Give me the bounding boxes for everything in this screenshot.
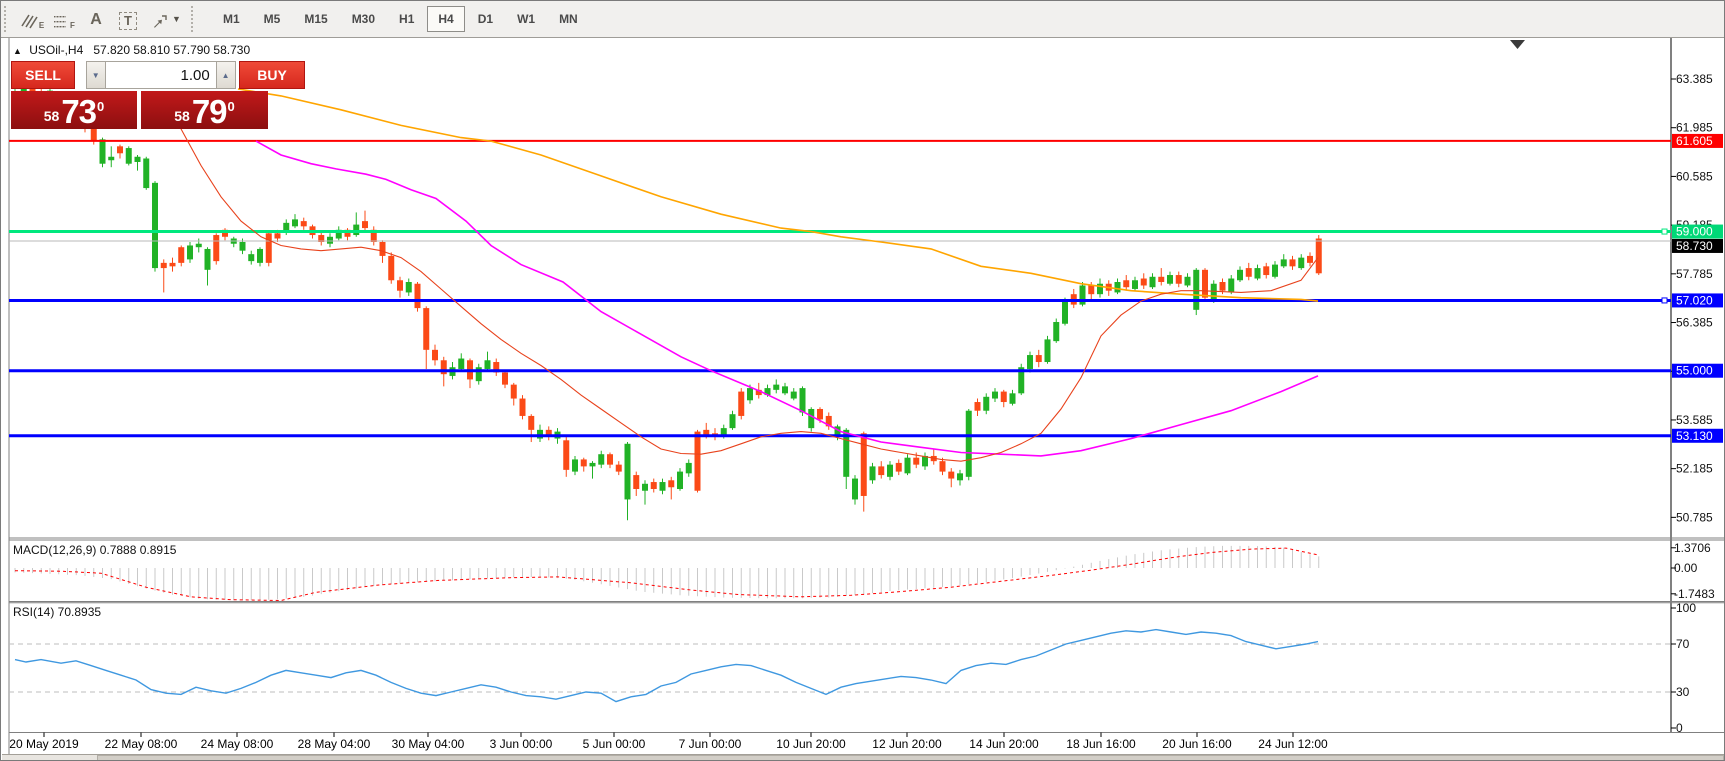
toolbar: E F A T ▼ M1M5M15M30H1H4D1W1MN [1, 1, 1725, 38]
timeframe-button-m5[interactable]: M5 [253, 6, 292, 32]
x-axis-date-label: 10 Jun 20:00 [776, 737, 846, 751]
price-tag-text: 61.605 [1676, 134, 1713, 148]
rsi-tick-label: 30 [1676, 685, 1690, 699]
chart-shift-marker[interactable] [1510, 40, 1525, 49]
y-tick-label: 52.185 [1676, 462, 1713, 476]
horizontal-scrollbar[interactable] [2, 754, 1725, 761]
x-axis-date-label: 3 Jun 00:00 [490, 737, 553, 751]
macd-tick-label: 1.3706 [1674, 541, 1711, 555]
volume-input[interactable] [106, 61, 216, 89]
timeframe-button-h1[interactable]: H1 [388, 6, 425, 32]
sell-price-display[interactable]: 58 73 0 [11, 91, 137, 129]
volume-decrease-button[interactable]: ▼ [86, 61, 106, 89]
buy-price-pip: 0 [228, 87, 235, 127]
x-axis-date-label: 18 Jun 16:00 [1066, 737, 1136, 751]
symbol-period-label: USOil-,H4 [29, 43, 83, 57]
price-tag-text: 58.730 [1676, 239, 1713, 253]
sell-price-main: 73 [61, 97, 96, 127]
sell-button[interactable]: SELL [11, 61, 75, 89]
collapse-arrow-icon: ▲ [13, 46, 22, 56]
volume-increase-button[interactable]: ▲ [216, 61, 236, 89]
chevron-down-icon: ▼ [172, 14, 181, 24]
text-box-icon: T [119, 12, 137, 30]
buy-price-display[interactable]: 58 79 0 [141, 91, 268, 129]
x-axis-date-label: 20 May 2019 [9, 737, 79, 751]
buy-price-main: 79 [192, 97, 227, 127]
x-axis-date-label: 20 Jun 16:00 [1162, 737, 1232, 751]
sell-big-figure: 58 [44, 105, 60, 127]
macd-tick-label: 0.00 [1674, 561, 1698, 575]
y-tick-label: 61.985 [1676, 121, 1713, 135]
macd-tick-label: -1.7483 [1674, 587, 1715, 601]
x-axis-date-label: 5 Jun 00:00 [583, 737, 646, 751]
hatch-lines-icon [20, 12, 38, 30]
timeframe-toolbar: M1M5M15M30H1H4D1W1MN [211, 6, 590, 32]
ma-fast-red[interactable] [181, 129, 1318, 461]
chart-title: ▲ USOil-,H4 57.820 58.810 57.790 58.730 [13, 43, 250, 57]
x-axis-date-label: 12 Jun 20:00 [872, 737, 942, 751]
one-click-trading-panel: SELL ▼ ▲ BUY 58 73 0 58 79 0 [11, 61, 305, 129]
timeframe-button-d1[interactable]: D1 [467, 6, 504, 32]
x-axis-date-label: 22 May 08:00 [105, 737, 178, 751]
buy-button[interactable]: BUY [239, 61, 305, 89]
y-tick-label: 60.585 [1676, 169, 1713, 183]
line-studies-tool-button[interactable]: E [16, 5, 48, 33]
x-axis-date-label: 28 May 04:00 [298, 737, 371, 751]
line-handle[interactable] [1662, 229, 1667, 234]
tool-sub-label: F [70, 21, 75, 30]
timeframe-button-mn[interactable]: MN [548, 6, 589, 32]
y-tick-label: 56.385 [1676, 316, 1713, 330]
ohlc-values-label: 57.820 58.810 57.790 58.730 [93, 43, 250, 57]
y-tick-label: 53.585 [1676, 413, 1713, 427]
price-tag-text: 59.000 [1676, 225, 1713, 239]
scrollbar-thumb[interactable] [97, 755, 1724, 761]
grid-tool-button[interactable]: F [48, 5, 80, 33]
price-tag-text: 57.020 [1676, 293, 1713, 307]
x-axis-date-label: 24 Jun 12:00 [1258, 737, 1328, 751]
buy-big-figure: 58 [174, 105, 190, 127]
y-tick-label: 63.385 [1676, 72, 1713, 86]
sell-price-pip: 0 [97, 87, 104, 127]
rsi-label: RSI(14) 70.8935 [13, 605, 101, 619]
rsi-tick-label: 70 [1676, 637, 1690, 651]
text-label-tool-button[interactable]: A [80, 5, 112, 33]
arrow-objects-icon [151, 14, 169, 30]
timeframe-button-w1[interactable]: W1 [506, 6, 546, 32]
x-axis-date-label: 14 Jun 20:00 [969, 737, 1039, 751]
toolbar-grip[interactable] [4, 6, 13, 32]
text-label-icon: A [90, 10, 102, 30]
price-tag-text: 53.130 [1676, 429, 1713, 443]
y-tick-label: 57.785 [1676, 267, 1713, 281]
arrows-tool-button[interactable]: ▼ [144, 5, 188, 33]
macd-signal-line [15, 548, 1318, 600]
y-tick-label: 50.785 [1676, 510, 1713, 524]
rsi-tick-label: 0 [1676, 721, 1683, 735]
toolbar-grip[interactable] [191, 6, 200, 32]
line-handle[interactable] [1662, 298, 1667, 303]
rsi-tick-label: 100 [1676, 601, 1696, 615]
timeframe-button-m15[interactable]: M15 [293, 6, 338, 32]
rsi-line [15, 630, 1318, 702]
x-axis-date-label: 24 May 08:00 [201, 737, 274, 751]
ma-slow-orange[interactable] [238, 89, 1318, 301]
price-tag-text: 55.000 [1676, 364, 1713, 378]
mt4-window: 63.38561.98560.58559.18557.78556.38554.9… [0, 0, 1725, 761]
timeframe-button-m1[interactable]: M1 [212, 6, 251, 32]
x-axis-date-label: 30 May 04:00 [392, 737, 465, 751]
text-box-tool-button[interactable]: T [112, 5, 144, 33]
tool-sub-label: E [39, 21, 44, 30]
timeframe-button-m30[interactable]: M30 [341, 6, 386, 32]
grid-dots-icon [53, 14, 69, 30]
timeframe-button-h4[interactable]: H4 [427, 6, 464, 32]
x-axis-date-label: 7 Jun 00:00 [679, 737, 742, 751]
macd-label: MACD(12,26,9) 0.7888 0.8915 [13, 543, 176, 557]
macd-histogram [15, 546, 1319, 601]
